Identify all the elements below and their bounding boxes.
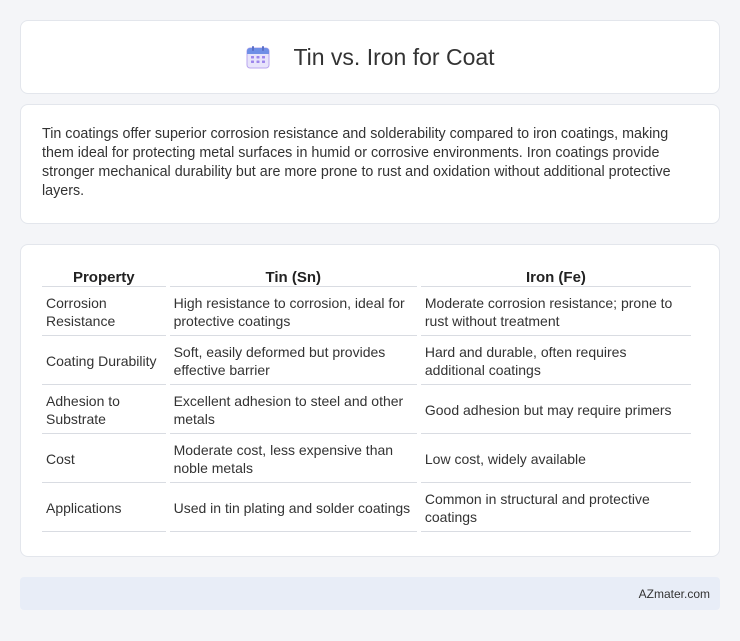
header-property: Property [42,265,166,287]
row-iron-value: Hard and durable, often requires additio… [420,336,691,385]
footer-site-name: AZmater.com [638,586,710,601]
header-tin: Tin (Sn) [169,265,417,287]
row-iron-value: Common in structural and protective coat… [420,483,691,532]
row-tin-value: High resistance to corrosion, ideal for … [169,287,417,336]
table-header-row: Property Tin (Sn) Iron (Fe) [42,265,691,287]
row-iron-value: Good adhesion but may require primers [420,385,691,434]
title-wrap: Tin vs. Iron for Coat [245,43,495,71]
table-row: Adhesion to Substrate Excellent adhesion… [42,385,691,434]
calendar-icon [245,45,271,69]
table-row: Cost Moderate cost, less expensive than … [42,434,691,483]
title-card: Tin vs. Iron for Coat [20,20,720,94]
table-card: Property Tin (Sn) Iron (Fe) Corrosion Re… [20,244,720,557]
row-tin-value: Excellent adhesion to steel and other me… [169,385,417,434]
row-property: Corrosion Resistance [42,287,166,336]
row-tin-value: Soft, easily deformed but provides effec… [169,336,417,385]
page-title: Tin vs. Iron for Coat [293,43,495,70]
table-row: Corrosion Resistance High resistance to … [42,287,691,336]
row-tin-value: Moderate cost, less expensive than noble… [169,434,417,483]
row-property: Cost [42,434,166,483]
row-property: Adhesion to Substrate [42,385,166,434]
intro-text: Tin coatings offer superior corrosion re… [42,126,671,199]
row-iron-value: Moderate corrosion resistance; prone to … [420,287,691,336]
intro-card: Tin coatings offer superior corrosion re… [20,104,720,224]
footer: AZmater.com [20,577,720,610]
row-tin-value: Used in tin plating and solder coatings [169,483,417,532]
header-iron: Iron (Fe) [420,265,691,287]
row-property: Coating Durability [42,336,166,385]
row-property: Applications [42,483,166,532]
comparison-table: Property Tin (Sn) Iron (Fe) Corrosion Re… [38,265,695,532]
row-iron-value: Low cost, widely available [420,434,691,483]
table-row: Coating Durability Soft, easily deformed… [42,336,691,385]
table-row: Applications Used in tin plating and sol… [42,483,691,532]
